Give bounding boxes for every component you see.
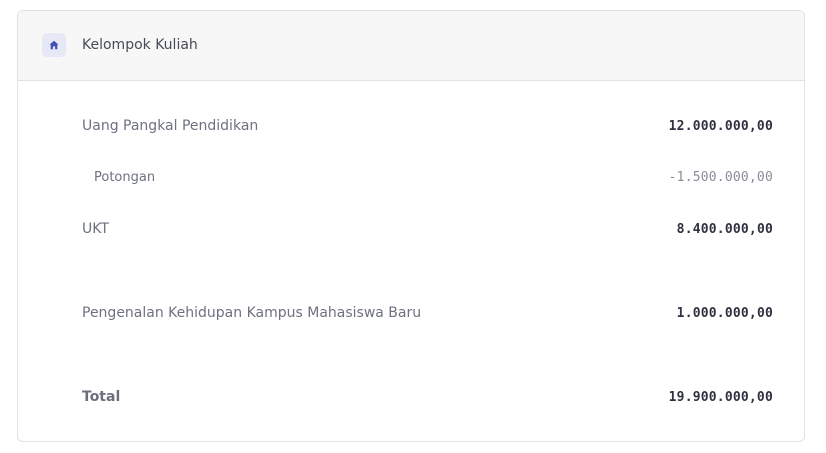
fee-amount: 12.000.000,00 <box>668 118 773 134</box>
fee-row-total: Total 19.900.000,00 <box>82 387 773 407</box>
card-header: Kelompok Kuliah <box>18 11 804 81</box>
fee-amount: 1.000.000,00 <box>676 305 773 321</box>
fee-label: Pengenalan Kehidupan Kampus Mahasiswa Ba… <box>82 305 422 321</box>
fee-amount: -1.500.000,00 <box>668 169 773 185</box>
fee-row-pkkmb: Pengenalan Kehidupan Kampus Mahasiswa Ba… <box>82 303 773 323</box>
fee-amount: 8.400.000,00 <box>676 221 773 237</box>
total-amount: 19.900.000,00 <box>668 389 773 405</box>
fee-card: Kelompok Kuliah Uang Pangkal Pendidikan … <box>17 10 805 442</box>
fee-row-ukt: UKT 8.400.000,00 <box>82 219 773 239</box>
total-label: Total <box>82 389 121 405</box>
card-title: Kelompok Kuliah <box>82 37 198 53</box>
home-icon <box>42 33 66 57</box>
fee-row-uang-pangkal: Uang Pangkal Pendidikan 12.000.000,00 <box>82 116 773 136</box>
fee-label: UKT <box>82 221 109 237</box>
fee-label: Potongan <box>94 169 156 185</box>
fee-row-potongan: Potongan -1.500.000,00 <box>82 167 773 187</box>
fee-label: Uang Pangkal Pendidikan <box>82 118 259 134</box>
